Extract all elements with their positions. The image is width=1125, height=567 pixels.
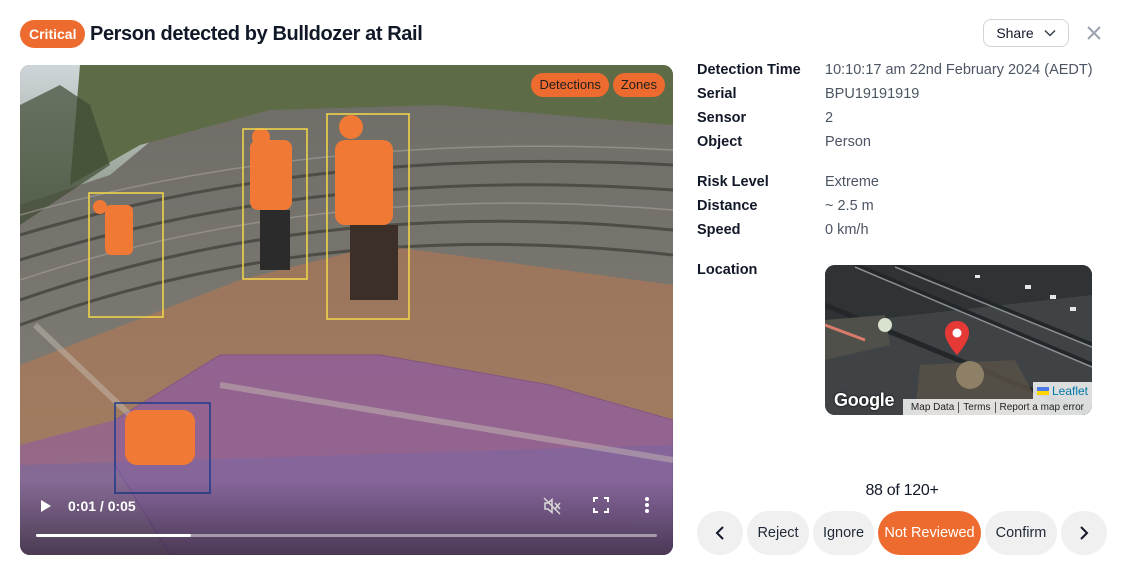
close-icon	[1087, 26, 1101, 40]
play-icon[interactable]	[36, 497, 54, 515]
detail-value: 2	[825, 110, 834, 126]
close-button[interactable]	[1083, 22, 1105, 44]
page-title: Person detected by Bulldozer at Rail	[90, 23, 423, 45]
detail-value: 0 km/h	[825, 222, 869, 238]
flag-icon	[1036, 386, 1049, 395]
detail-value: ~ 2.5 m	[825, 198, 874, 214]
report-map-error-link[interactable]: Report a map error	[996, 402, 1088, 413]
progress-fill	[36, 534, 192, 537]
detail-label: Detection Time	[697, 62, 801, 78]
progress-track[interactable]	[36, 534, 657, 537]
detail-label: Risk Level	[697, 174, 769, 190]
detections-toggle[interactable]: Detections	[531, 73, 609, 97]
terms-link[interactable]: Terms	[959, 402, 994, 413]
detail-value: BPU19191919	[825, 86, 920, 102]
detail-label: Object	[697, 134, 743, 150]
review-counter: 88 of 120+	[865, 482, 939, 499]
fullscreen-icon[interactable]	[593, 497, 609, 513]
confirm-button[interactable]: Confirm	[985, 511, 1057, 555]
previous-button[interactable]	[697, 511, 743, 555]
detail-label: Serial	[697, 86, 737, 102]
map-data-link[interactable]: Map Data	[907, 402, 958, 413]
share-label: Share	[996, 25, 1034, 41]
map-attribution: Map Data Terms Report a map error	[902, 399, 1092, 415]
location-label: Location	[697, 262, 758, 278]
share-button[interactable]: Share	[983, 19, 1069, 47]
overlay-toggles: Detections Zones	[531, 73, 665, 97]
chevron-left-icon	[715, 526, 724, 540]
detail-label: Sensor	[697, 110, 747, 126]
muted-speaker-icon[interactable]	[542, 496, 562, 516]
location-map[interactable]: Google Leaflet Map Data Terms Report a m…	[825, 265, 1092, 415]
not-reviewed-button[interactable]: Not Reviewed	[878, 511, 981, 555]
chevron-down-icon	[1044, 29, 1056, 37]
video-player[interactable]: Detections Zones 0:01 / 0:05	[20, 65, 673, 555]
time-display: 0:01 / 0:05	[68, 498, 136, 514]
ignore-button[interactable]: Ignore	[813, 511, 874, 555]
detail-label: Speed	[697, 222, 741, 238]
more-vertical-icon[interactable]	[644, 496, 650, 514]
severity-badge: Critical	[20, 20, 86, 48]
google-logo: Google	[834, 390, 895, 410]
zones-toggle[interactable]: Zones	[612, 73, 665, 97]
detail-label: Distance	[697, 198, 758, 214]
map-pin-icon[interactable]	[945, 321, 969, 355]
leaflet-attribution[interactable]: Leaflet	[1032, 382, 1092, 399]
video-controls: 0:01 / 0:05	[20, 481, 673, 555]
modal-header: Critical Person detected by Bulldozer at…	[20, 19, 1105, 49]
reject-button[interactable]: Reject	[747, 511, 809, 555]
detail-value: Person	[825, 134, 871, 150]
detail-value: 10:10:17 am 22nd February 2024 (AEDT)	[825, 62, 1093, 78]
detail-value: Extreme	[825, 174, 879, 190]
leaflet-link[interactable]: Leaflet	[1052, 384, 1088, 398]
chevron-right-icon	[1080, 526, 1089, 540]
next-button[interactable]	[1061, 511, 1107, 555]
